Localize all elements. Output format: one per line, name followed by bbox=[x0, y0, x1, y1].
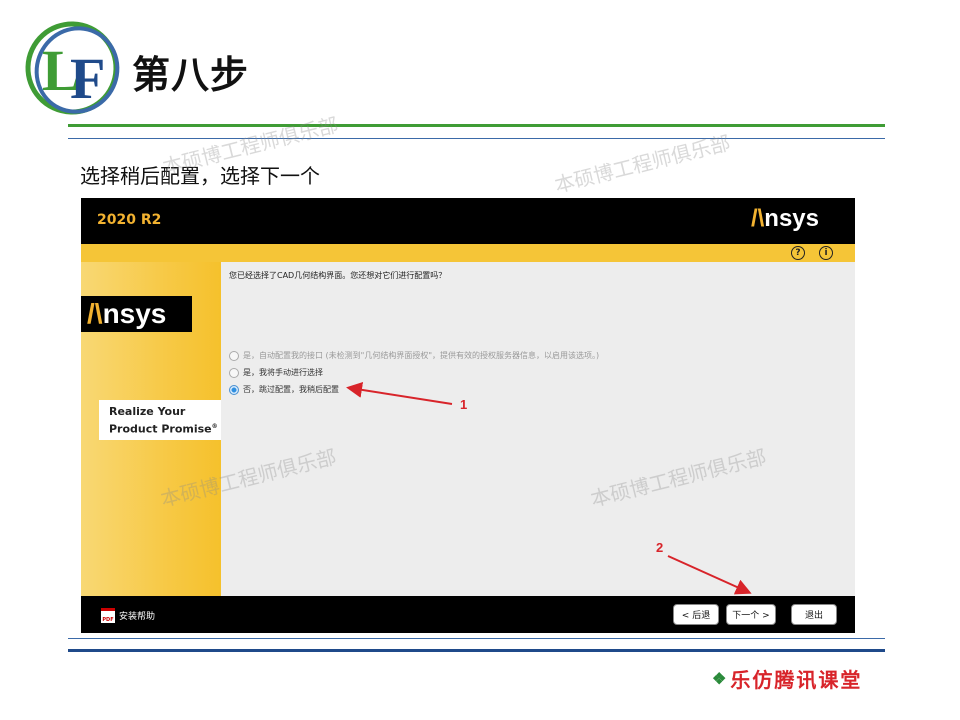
svg-text:F: F bbox=[70, 46, 105, 111]
installer-window: 2020 R2 /\nsys ? i /\nsys Realize Your P… bbox=[81, 198, 855, 633]
radio-skip-configure[interactable] bbox=[229, 384, 239, 395]
installer-toolbar: ? i bbox=[81, 244, 855, 262]
option-manual-select[interactable]: 是，我将手动进行选择 bbox=[229, 364, 599, 381]
annotation-number-2: 2 bbox=[656, 540, 664, 555]
ansys-logo-mark: /\ bbox=[750, 205, 765, 232]
ansys-sidebar-logo: /\nsys bbox=[81, 296, 192, 332]
slogan-line-1: Realize Your bbox=[109, 405, 186, 418]
install-help-link[interactable]: PDF 安装帮助 bbox=[101, 608, 155, 623]
help-icon[interactable]: ? bbox=[791, 246, 805, 260]
installer-header: 2020 R2 /\nsys bbox=[81, 198, 855, 244]
radio-manual-select[interactable] bbox=[229, 367, 239, 378]
slogan-line-2: Product Promise® bbox=[109, 419, 221, 437]
slogan-line-2-text: Product Promise bbox=[109, 422, 212, 436]
option-auto-configure: 是，自动配置我的接口 (未检测到"几何结构界面授权"，提供有效的授权服务器信息，… bbox=[229, 347, 599, 364]
top-divider-green bbox=[68, 124, 885, 127]
slide-subtitle: 选择稍后配置，选择下一个 bbox=[80, 164, 320, 188]
installer-content: 您已经选择了CAD几何结构界面。您还想对它们进行配置吗？ 是，自动配置我的接口 … bbox=[221, 262, 855, 596]
option-label: 是，我将手动进行选择 bbox=[243, 368, 323, 377]
slide-title: 第八步 bbox=[132, 53, 250, 97]
info-icon[interactable]: i bbox=[819, 246, 833, 260]
install-help-label: 安装帮助 bbox=[119, 612, 156, 622]
configure-question: 您已经选择了CAD几何结构界面。您还想对它们进行配置吗？ bbox=[229, 271, 447, 280]
option-label: 否，跳过配置，我稍后配置 bbox=[243, 385, 339, 394]
footer-brand-text: 乐仿腾讯课堂 bbox=[730, 668, 863, 692]
installer-sidebar: /\nsys Realize Your Product Promise® bbox=[81, 262, 221, 596]
config-options: 是，自动配置我的接口 (未检测到"几何结构界面授权"，提供有效的授权服务器信息，… bbox=[229, 347, 599, 398]
bottom-divider-dark bbox=[68, 649, 885, 652]
version-label: 2020 R2 bbox=[97, 212, 162, 228]
bottom-divider-blue bbox=[68, 638, 885, 639]
option-label: 是，自动配置我的接口 (未检测到"几何结构界面授权"，提供有效的授权服务器信息，… bbox=[243, 351, 600, 360]
exit-button[interactable]: 退出 bbox=[791, 604, 837, 625]
slogan-box: Realize Your Product Promise® bbox=[99, 400, 221, 440]
radio-auto-configure bbox=[229, 350, 239, 361]
pdf-icon: PDF bbox=[101, 608, 115, 623]
lf-logo-icon: L F bbox=[25, 21, 120, 115]
footer-brand: ❖ 乐仿腾讯课堂 bbox=[712, 664, 862, 693]
ansys-logo-text: nsys bbox=[102, 298, 167, 329]
top-divider-blue bbox=[68, 138, 885, 139]
ansys-logo-mark: /\ bbox=[87, 298, 103, 329]
annotation-number-1: 1 bbox=[460, 397, 468, 412]
diamond-icon: ❖ bbox=[712, 669, 726, 688]
ansys-header-logo: /\nsys bbox=[751, 205, 819, 233]
ansys-logo-text: nsys bbox=[764, 205, 819, 232]
next-button[interactable]: 下一个 > bbox=[726, 604, 776, 625]
registered-mark: ® bbox=[211, 423, 218, 430]
option-skip-configure[interactable]: 否，跳过配置，我稍后配置 bbox=[229, 381, 599, 398]
installer-footer: PDF 安装帮助 < 后退 下一个 > 退出 bbox=[81, 596, 855, 633]
back-button[interactable]: < 后退 bbox=[673, 604, 719, 625]
